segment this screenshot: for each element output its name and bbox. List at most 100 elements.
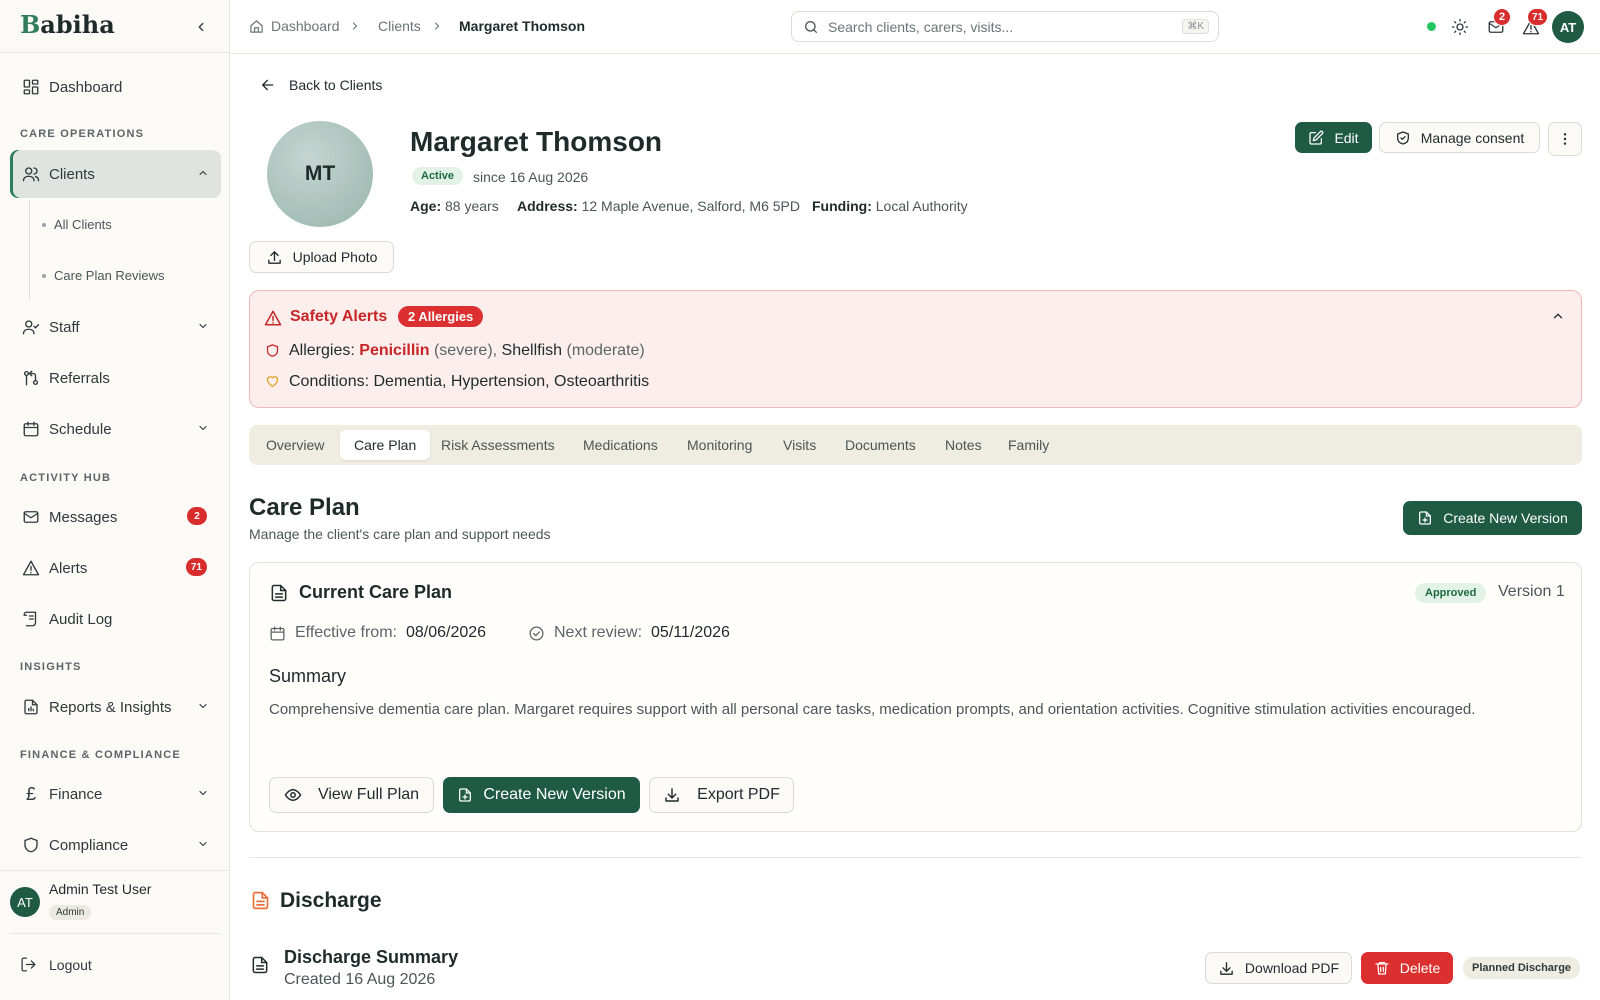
button-label: Download PDF xyxy=(1244,960,1340,976)
section-divider xyxy=(249,857,1582,858)
global-search[interactable]: ⌘K xyxy=(791,11,1219,42)
next-review: Next review: 05/11/2026 xyxy=(528,624,730,642)
sun-icon xyxy=(1451,18,1469,36)
pound-icon: £ xyxy=(25,783,36,804)
client-funding: Funding: Local Authority xyxy=(812,198,968,214)
breadcrumb-dashboard[interactable]: Dashboard xyxy=(249,18,340,34)
git-pull-request-icon xyxy=(22,369,40,387)
home-icon xyxy=(250,19,263,33)
sidebar-item-messages[interactable]: Messages 2 xyxy=(10,495,221,539)
button-label: View Full Plan xyxy=(317,786,420,803)
create-new-version-card-button[interactable]: Create New Version xyxy=(443,777,640,813)
care-plan-heading: Care Plan xyxy=(249,494,360,521)
sidebar-item-label: Schedule xyxy=(49,420,112,438)
upload-icon xyxy=(266,249,283,266)
chevron-right-icon xyxy=(431,20,443,32)
breadcrumb-clients[interactable]: Clients xyxy=(378,18,421,34)
summary-text: Comprehensive dementia care plan. Margar… xyxy=(269,701,1476,718)
tab-medications[interactable]: Medications xyxy=(569,430,672,460)
allergy-severity: (severe), xyxy=(433,342,498,359)
tab-care-plan[interactable]: Care Plan xyxy=(340,430,431,460)
brand-logo[interactable]: Babiha xyxy=(20,10,115,39)
theme-toggle-button[interactable] xyxy=(1449,16,1471,38)
messages-count-badge: 2 xyxy=(187,507,207,525)
tab-visits[interactable]: Visits xyxy=(769,430,830,460)
tab-family[interactable]: Family xyxy=(994,430,1063,460)
file-text-icon xyxy=(250,890,271,911)
sidebar-item-audit-log[interactable]: Audit Log xyxy=(10,597,221,641)
user-avatar-button[interactable]: AT xyxy=(1552,11,1584,43)
more-vertical-icon xyxy=(1563,133,1567,145)
current-care-plan-card: Current Care Plan Approved Version 1 Eff… xyxy=(249,562,1582,832)
summary-heading: Summary xyxy=(269,666,347,686)
sidebar-item-dashboard[interactable]: Dashboard xyxy=(10,65,221,109)
chevron-down-icon xyxy=(197,700,209,712)
chevron-down-icon xyxy=(197,320,209,332)
arrow-left-icon xyxy=(260,77,276,93)
tab-monitoring[interactable]: Monitoring xyxy=(673,430,766,460)
upload-photo-button[interactable]: Upload Photo xyxy=(249,241,394,273)
manage-consent-button[interactable]: Manage consent xyxy=(1379,122,1540,153)
breadcrumb-label: Dashboard xyxy=(271,18,340,34)
export-pdf-button[interactable]: Export PDF xyxy=(649,777,794,813)
client-age: Age: 88 years xyxy=(410,198,499,214)
chevron-left-icon xyxy=(198,22,204,32)
client-status-badge: Active xyxy=(412,167,464,185)
tab-documents[interactable]: Documents xyxy=(831,430,930,460)
view-full-plan-button[interactable]: View Full Plan xyxy=(269,777,434,813)
dashboard-icon xyxy=(22,78,40,96)
collapse-alerts-button[interactable] xyxy=(1551,309,1565,323)
tab-notes[interactable]: Notes xyxy=(931,430,996,460)
sidebar-item-alerts[interactable]: Alerts 71 xyxy=(10,546,221,590)
create-new-version-button[interactable]: Create New Version xyxy=(1403,501,1582,535)
chevron-right-icon xyxy=(349,20,361,32)
plan-status-badge: Approved xyxy=(1415,583,1487,603)
top-bar: Dashboard Clients Margaret Thomson ⌘K 2 … xyxy=(231,0,1600,54)
plan-version: Version 1 xyxy=(1498,583,1565,600)
back-to-clients-link[interactable]: Back to Clients xyxy=(260,77,382,93)
sidebar-subitem-care-plan-reviews[interactable]: Care Plan Reviews xyxy=(42,268,165,283)
sidebar-item-label: Staff xyxy=(49,318,80,336)
chevron-up-icon xyxy=(1553,313,1563,319)
button-label: Upload Photo xyxy=(292,249,378,265)
sidebar-item-label: Messages xyxy=(49,508,118,526)
logout-button[interactable]: Logout xyxy=(20,956,92,973)
file-text-icon xyxy=(250,955,270,975)
allergies-count-badge: 2 Allergies xyxy=(398,306,484,327)
download-pdf-button[interactable]: Download PDF xyxy=(1205,952,1352,984)
current-user[interactable]: AT Admin Test User Admin xyxy=(0,870,230,934)
submenu-line xyxy=(29,200,30,300)
chevron-down-icon xyxy=(197,838,209,850)
edit-client-button[interactable]: Edit xyxy=(1295,122,1372,153)
allergies-line: Allergies: Penicillin (severe), Shellfis… xyxy=(289,342,645,360)
sidebar-item-referrals[interactable]: Referrals xyxy=(10,356,221,400)
sidebar-item-clients[interactable]: Clients xyxy=(10,150,221,198)
delete-discharge-button[interactable]: Delete xyxy=(1361,952,1453,984)
mail-icon xyxy=(22,508,40,526)
breadcrumb-current: Margaret Thomson xyxy=(459,18,585,34)
shield-icon xyxy=(22,836,40,854)
sidebar-item-staff[interactable]: Staff xyxy=(10,305,221,349)
sidebar-item-label: Dashboard xyxy=(49,78,123,96)
search-input[interactable] xyxy=(828,18,1158,35)
address-label: Address: xyxy=(517,198,578,214)
tab-overview[interactable]: Overview xyxy=(252,430,338,460)
collapse-sidebar-button[interactable] xyxy=(190,16,212,38)
sidebar-item-label: Referrals xyxy=(49,369,110,387)
subitem-label: All Clients xyxy=(54,217,112,232)
age-value: 88 years xyxy=(445,198,499,214)
shield-check-icon xyxy=(1395,130,1411,146)
sidebar-subitem-all-clients[interactable]: All Clients xyxy=(42,217,112,232)
alerts-count-badge: 71 xyxy=(185,558,207,576)
sidebar-item-schedule[interactable]: Schedule xyxy=(10,407,221,451)
alert-triangle-icon xyxy=(22,559,40,577)
divider xyxy=(0,52,230,53)
sidebar-item-compliance[interactable]: Compliance xyxy=(10,823,221,867)
more-options-button[interactable] xyxy=(1548,122,1582,156)
tab-risk-assessments[interactable]: Risk Assessments xyxy=(427,430,569,460)
button-label: Create New Version xyxy=(483,786,626,803)
logout-label: Logout xyxy=(49,956,92,973)
sidebar-item-finance[interactable]: £ Finance xyxy=(10,772,221,816)
search-shortcut-hint: ⌘K xyxy=(1182,19,1209,34)
sidebar-item-reports[interactable]: Reports & Insights xyxy=(10,685,221,729)
